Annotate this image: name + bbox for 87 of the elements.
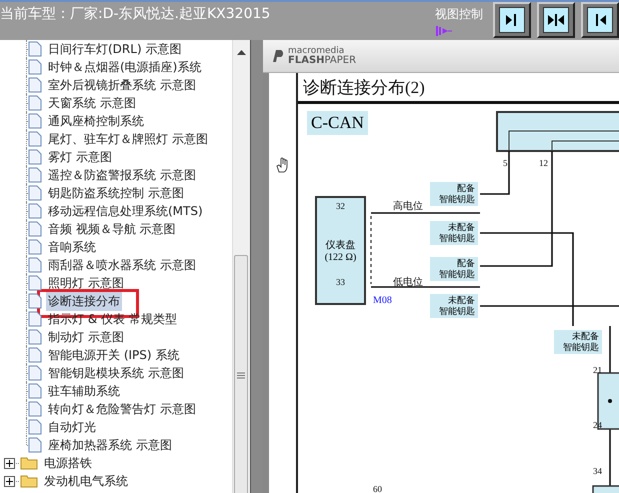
tree-item[interactable]: 雨刮器＆喷水器系统 示意图 xyxy=(46,256,198,274)
tree-item[interactable]: 钥匙防盗系统控制 示意图 xyxy=(46,184,186,202)
page-icon xyxy=(28,293,42,309)
signal-label: 高电位 xyxy=(393,202,423,212)
scroll-thumb[interactable] xyxy=(234,255,248,493)
option-text: 未配备 xyxy=(448,295,475,306)
option-text: 智能钥匙 xyxy=(439,194,475,205)
tree-item[interactable]: 电源搭铁 xyxy=(42,454,94,472)
view-button[interactable] xyxy=(581,2,619,38)
flashpaper-logo-icon xyxy=(271,49,285,63)
option-text: 配备 xyxy=(457,183,475,194)
module-name: 仪表盘 xyxy=(326,238,356,252)
page-icon xyxy=(28,275,42,291)
option-text: 智能钥匙 xyxy=(563,342,599,353)
current-vehicle-title: 当前车型：厂家:D-东风悦达.起亚KX32015 xyxy=(0,5,272,23)
page-icon xyxy=(28,383,42,399)
pin-number: 32 xyxy=(336,202,345,211)
folder-icon xyxy=(20,474,38,488)
tree-item[interactable]: 诊断连接分布 xyxy=(46,292,122,310)
page-icon xyxy=(28,77,42,93)
tree-item[interactable]: 遥控＆防盗警报系统 示意图 xyxy=(46,166,198,184)
scrollbar[interactable] xyxy=(232,40,250,493)
view-control-label: 视图控制 xyxy=(435,6,483,23)
page-icon xyxy=(28,437,42,453)
signal-label: 低电位 xyxy=(393,278,423,288)
option-text: 配备 xyxy=(457,258,475,269)
option-text: 智能钥匙 xyxy=(439,269,475,280)
tree-item[interactable]: 座椅加热器系统 示意图 xyxy=(46,436,174,454)
sound-wave-icon xyxy=(435,25,453,37)
brand-label: macromedia xyxy=(288,47,344,56)
tree-item[interactable]: 室外后视镜折叠系统 示意图 xyxy=(46,76,198,94)
tree-item[interactable]: 照明灯 示意图 xyxy=(46,274,126,292)
pin-number: 21 xyxy=(593,366,602,375)
tree-item[interactable]: 音响系统 xyxy=(46,238,98,256)
page-icon xyxy=(28,95,42,111)
pin-number: 5 xyxy=(503,159,508,168)
expand-icon[interactable] xyxy=(4,476,15,486)
hand-cursor-icon xyxy=(276,157,290,173)
page-icon xyxy=(28,419,42,435)
page-icon xyxy=(28,59,42,75)
pin-number: 33 xyxy=(336,278,345,287)
page-icon xyxy=(28,149,42,165)
tree-item[interactable]: 天窗系统 示意图 xyxy=(46,94,138,112)
option-text: 智能钥匙 xyxy=(439,306,475,317)
module-resistance: (122 Ω) xyxy=(324,252,356,263)
tree-item[interactable]: 自动灯光 xyxy=(46,418,98,436)
page-icon xyxy=(28,257,42,273)
page-icon xyxy=(28,347,42,363)
brand-name: FLASHPAPER xyxy=(288,56,356,65)
page-icon xyxy=(28,185,42,201)
page-icon xyxy=(28,329,42,345)
page-icon xyxy=(28,221,42,237)
tree-item[interactable]: 发动机电气系统 xyxy=(42,472,130,490)
bus-label: C-CAN xyxy=(307,111,368,135)
tree-item[interactable]: 时钟＆点烟器(电源插座)系统 xyxy=(46,58,204,76)
tree-item[interactable]: 转向灯＆危险警告灯 示意图 xyxy=(46,400,198,418)
page-title: 诊断连接分布(2) xyxy=(303,77,425,99)
option-text: 未配备 xyxy=(448,222,475,233)
view-button[interactable] xyxy=(493,2,531,38)
tree-item[interactable]: 音频 视频＆导航 示意图 xyxy=(46,220,178,238)
scroll-up-icon[interactable] xyxy=(237,50,246,56)
pin-number: 34 xyxy=(593,467,602,476)
page-icon xyxy=(28,203,42,219)
folder-icon xyxy=(20,456,38,470)
tree-item[interactable]: 驻车辅助系统 xyxy=(46,382,122,400)
option-text: 未配备 xyxy=(572,331,599,342)
tree-item[interactable]: 通风座椅控制系统 xyxy=(46,112,146,130)
tree-item[interactable]: 智能电源开关 (IPS) 系统 xyxy=(46,346,182,364)
tree-item[interactable]: 尾灯、驻车灯＆牌照灯 示意图 xyxy=(46,130,210,148)
page-icon xyxy=(28,365,42,381)
page-icon xyxy=(28,311,42,327)
tree-item[interactable]: 移动远程信息处理系统(MTS) xyxy=(46,202,205,220)
page-icon xyxy=(28,113,42,129)
tree-item[interactable]: 制动灯 示意图 xyxy=(46,328,126,346)
connector-code: M08 xyxy=(373,296,392,306)
pin-number: 12 xyxy=(539,159,548,168)
page-icon xyxy=(28,239,42,255)
page-icon xyxy=(28,401,42,417)
option-text: 智能钥匙 xyxy=(439,233,475,244)
pin-number: 60 xyxy=(373,485,382,493)
tree-item[interactable]: 日间行车灯(DRL) 示意图 xyxy=(46,40,184,58)
expand-icon[interactable] xyxy=(4,458,15,468)
page-icon xyxy=(28,167,42,183)
page-icon xyxy=(28,131,42,147)
view-button[interactable] xyxy=(537,2,575,38)
tree-item[interactable]: 智能钥匙模块系统 示意图 xyxy=(46,364,186,382)
tree-item[interactable]: 雾灯 示意图 xyxy=(46,148,114,166)
